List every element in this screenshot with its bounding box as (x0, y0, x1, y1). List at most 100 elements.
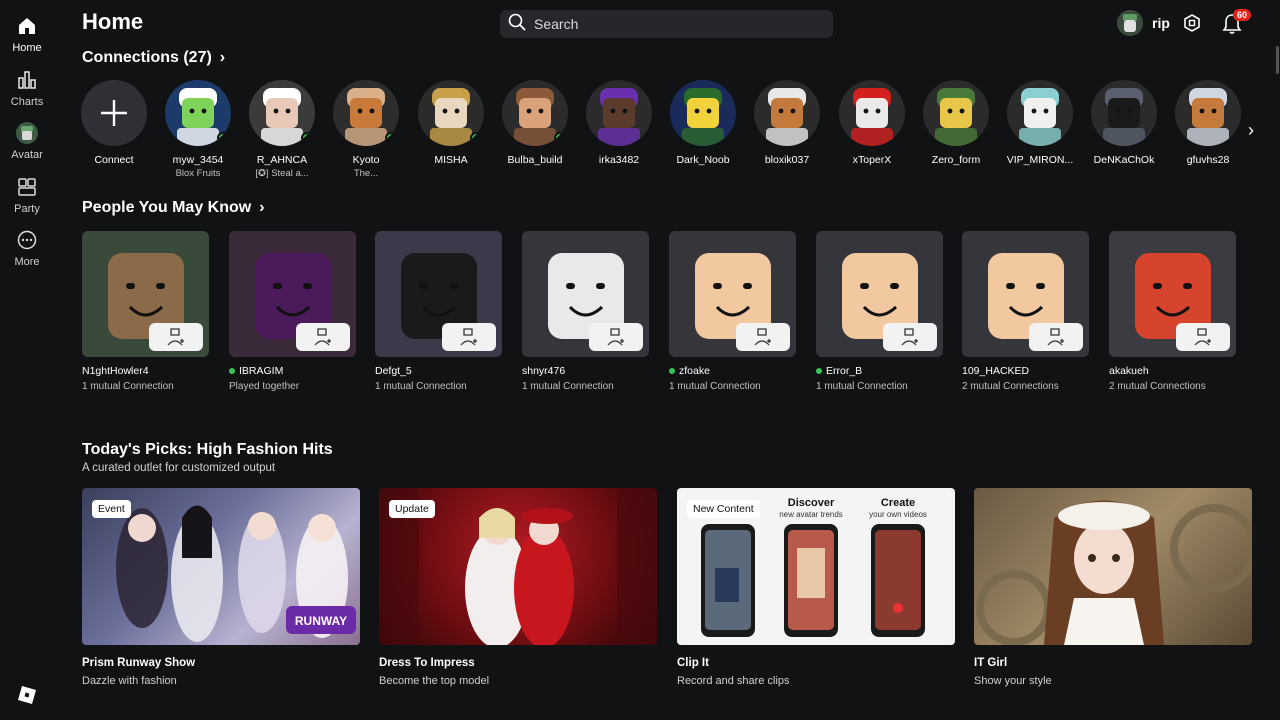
add-connection-button[interactable] (296, 323, 350, 351)
person-subtitle: 2 mutual Connections (962, 381, 1059, 392)
add-friend-icon (314, 328, 331, 346)
add-connection-button[interactable] (1176, 323, 1230, 351)
promo-discover-sub: new avatar trends (779, 510, 843, 519)
person-card[interactable]: shnyr476 1 mutual Connection (522, 231, 649, 392)
connection-item[interactable]: Bulba_build (493, 80, 577, 168)
pick-card-prism-runway[interactable]: RUNWAY Event Prism Runway Show Dazzle wi… (82, 488, 360, 687)
person-subtitle: 1 mutual Connection (669, 381, 761, 392)
person-card[interactable]: N1ghtHowler4 1 mutual Connection (82, 231, 209, 392)
connection-item[interactable]: DeNKaChOk (1082, 80, 1166, 168)
sidebar-item-label: Party (14, 203, 40, 215)
pick-tag: New Content (687, 500, 760, 518)
user-profile[interactable]: rip (1117, 10, 1170, 36)
avatar (82, 231, 209, 357)
person-card[interactable]: Error_B 1 mutual Connection (816, 231, 943, 392)
add-connection-button[interactable] (589, 323, 643, 351)
sidebar-item-more[interactable]: More (0, 226, 54, 276)
pick-title: IT Girl (974, 657, 1008, 669)
connection-name: myw_3454 (172, 154, 224, 166)
connection-item[interactable]: R_AHNCA [✪] Steal a... (240, 80, 324, 179)
person-name: shnyr476 (522, 365, 566, 377)
username: rip (1152, 15, 1170, 31)
connection-item[interactable]: Kyoto The... (324, 80, 408, 179)
search-bar[interactable] (500, 10, 833, 38)
pick-subtitle: Show your style (974, 675, 1052, 687)
sidebar-item-charts[interactable]: Charts (0, 66, 54, 116)
person-card[interactable]: zfoake 1 mutual Connection (669, 231, 796, 392)
pick-card-dress-to-impress[interactable]: Update Dress To Impress Become the top m… (379, 488, 657, 687)
person-card[interactable]: 109_HACKED 2 mutual Connections (962, 231, 1089, 392)
sidebar: Home Charts Avatar Party More (0, 0, 54, 720)
scrollbar[interactable] (1276, 46, 1279, 74)
person-card[interactable]: Defgt_5 1 mutual Connection (375, 231, 502, 392)
pick-thumbnail: Update (379, 488, 657, 645)
connection-item[interactable]: Zero_form (914, 80, 998, 168)
connection-item[interactable]: Dark_Noob (661, 80, 745, 168)
connection-name: VIP_MIRON... (1006, 154, 1074, 166)
person-subtitle: 2 mutual Connections (1109, 381, 1206, 392)
online-indicator (301, 132, 313, 144)
avatar (669, 231, 796, 357)
picks-title-text: Today's Picks: High Fashion Hits (82, 441, 333, 458)
promo-create-sub: your own videos (869, 510, 927, 519)
pick-subtitle: Record and share clips (677, 675, 790, 687)
person-name: 109_HACKED (962, 365, 1030, 377)
avatar (502, 80, 568, 146)
connection-item[interactable]: VIP_MIRON... (998, 80, 1082, 168)
home-icon (16, 15, 38, 37)
sidebar-item-avatar[interactable]: Avatar (0, 119, 54, 169)
add-connection-button[interactable] (883, 323, 937, 351)
sidebar-item-label: Home (12, 42, 42, 54)
avatar (1109, 231, 1236, 357)
connection-name: irka3482 (598, 154, 640, 166)
sidebar-item-label: Avatar (11, 149, 43, 161)
pick-thumbnail: Discover new avatar trends Create your o… (677, 488, 955, 645)
avatar (375, 231, 502, 357)
avatar (839, 80, 905, 146)
person-card[interactable]: akakueh 2 mutual Connections (1109, 231, 1236, 392)
connect-button[interactable]: Connect (72, 80, 156, 166)
add-connection-button[interactable] (442, 323, 496, 351)
chevron-right-icon[interactable]: › (1248, 120, 1254, 141)
search-icon (508, 13, 526, 36)
roblox-logo-icon[interactable] (18, 686, 36, 704)
person-card[interactable]: IBRAGIM Played together (229, 231, 356, 392)
person-name-row: shnyr476 (522, 365, 649, 377)
sidebar-item-home[interactable]: Home (0, 12, 54, 62)
search-input[interactable] (534, 16, 814, 32)
connection-name: bloxik037 (764, 154, 810, 166)
add-connection-button[interactable] (149, 323, 203, 351)
sidebar-item-party[interactable]: Party (0, 173, 54, 223)
person-subtitle: 1 mutual Connection (522, 381, 614, 392)
connection-item[interactable]: xToperX (830, 80, 914, 168)
connection-item[interactable]: myw_3454 Blox Fruits (156, 80, 240, 179)
connections-header[interactable]: Connections (27) › (82, 49, 225, 67)
person-name-row: Error_B (816, 365, 943, 377)
avatar (1175, 80, 1241, 146)
people-header[interactable]: People You May Know › (82, 199, 265, 217)
add-connection-button[interactable] (1029, 323, 1083, 351)
add-friend-icon (901, 328, 918, 346)
robux-icon[interactable] (1183, 14, 1201, 32)
person-name-row: Defgt_5 (375, 365, 502, 377)
avatar (418, 80, 484, 146)
person-name-row: 109_HACKED (962, 365, 1089, 377)
add-connection-button[interactable] (736, 323, 790, 351)
person-name-row: N1ghtHowler4 (82, 365, 209, 377)
pick-card-it-girl[interactable]: IT Girl Show your style (974, 488, 1252, 687)
connection-name: gfuvhs28 (1186, 154, 1230, 166)
person-subtitle: 1 mutual Connection (816, 381, 908, 392)
connection-item[interactable]: bloxik037 (745, 80, 829, 168)
connection-item[interactable]: irka3482 (577, 80, 661, 168)
runway-logo-text: RUNWAY (295, 614, 347, 628)
pick-card-clip-it[interactable]: Discover new avatar trends Create your o… (677, 488, 955, 687)
picks-subtitle: A curated outlet for customized output (82, 462, 276, 474)
connection-item[interactable]: MISHA (409, 80, 493, 168)
connection-status: Blox Fruits (175, 168, 221, 179)
person-name: akakueh (1109, 365, 1149, 377)
connection-name: Zero_form (931, 154, 981, 166)
avatar (816, 231, 943, 357)
connection-item[interactable]: gfuvhs28 (1166, 80, 1250, 168)
person-name: Error_B (826, 365, 863, 377)
person-name: Defgt_5 (375, 365, 412, 377)
